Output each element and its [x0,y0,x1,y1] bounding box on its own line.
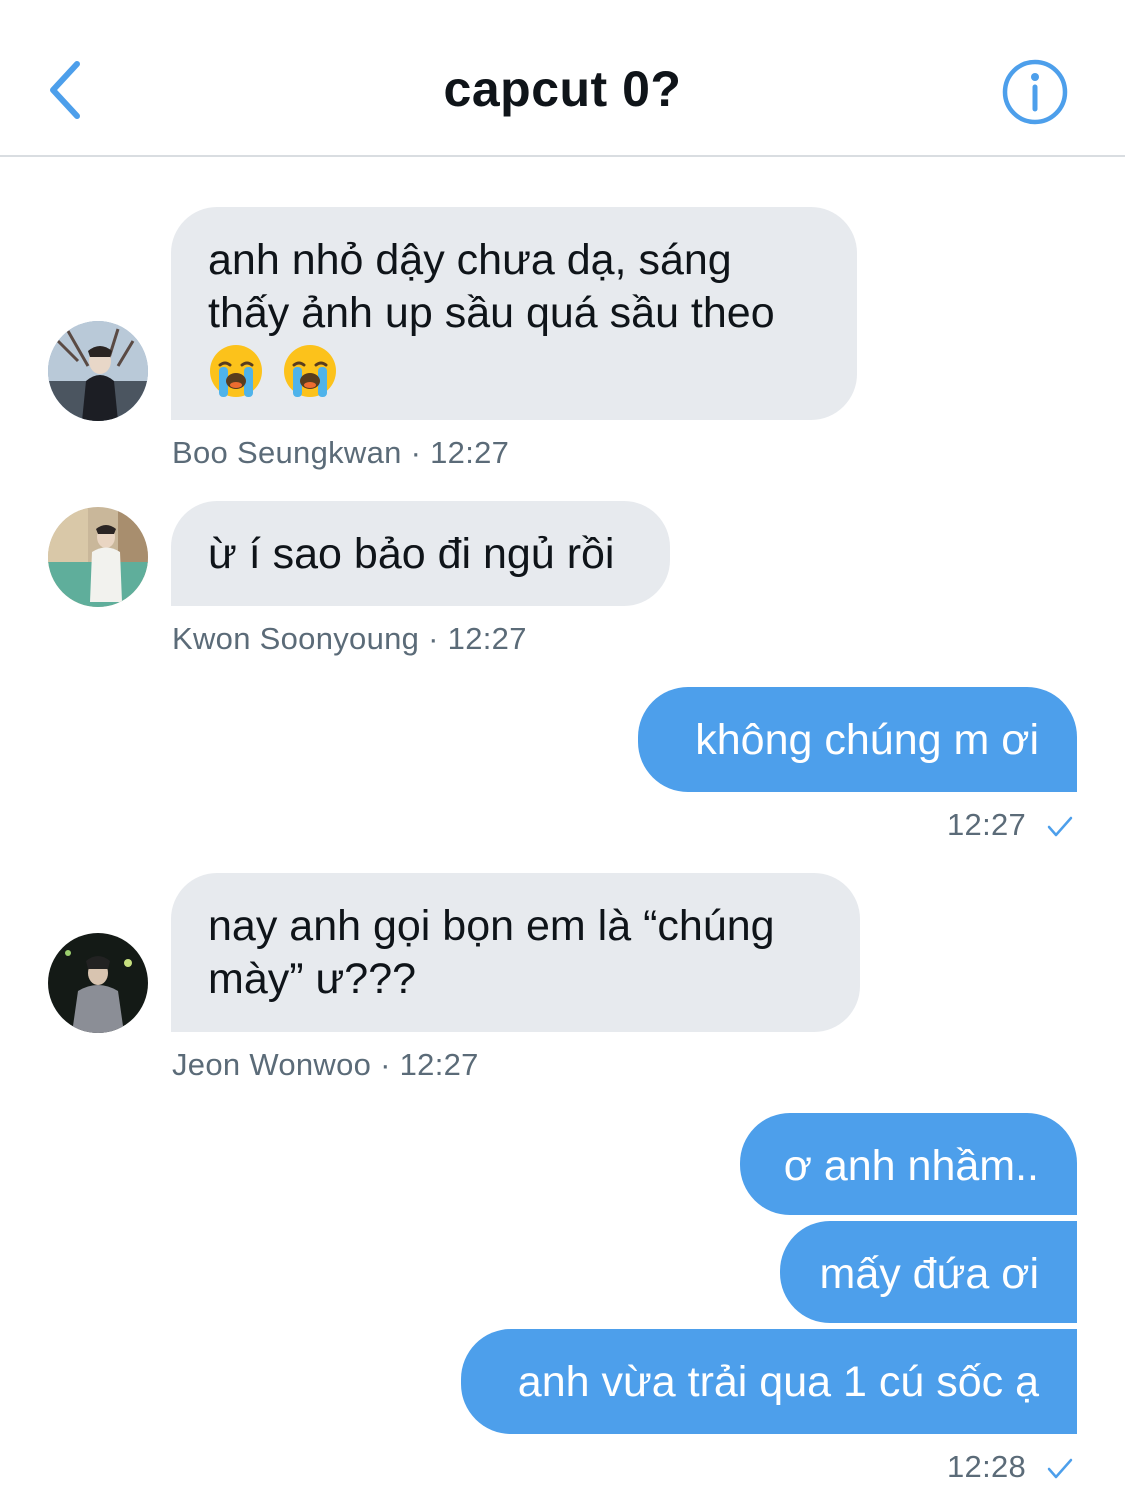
loudly-crying-face-icon [283,344,336,397]
message-bubble[interactable]: ừ í sao bảo đi ngủ rồi [171,501,670,606]
avatar-jeon-wonwoo[interactable] [48,933,148,1033]
conversation-title: capcut 0? [443,61,682,117]
message-text: ơ anh nhầm.. [783,1142,1039,1190]
message-text-line: thấy ảnh up sầu quá sầu theo [208,289,775,337]
message-meta-outgoing: 12:27 [947,807,1073,843]
message-text-line: anh nhỏ dậy chưa dạ, sáng [208,236,732,284]
message-bubble-outgoing[interactable]: anh vừa trải qua 1 cú sốc ạ [461,1329,1077,1434]
message-text: anh vừa trải qua 1 cú sốc ạ [517,1358,1039,1406]
message-bubble[interactable]: anh nhỏ dậy chưa dạ, sáng thấy ảnh up sầ… [171,207,857,420]
message-time: 12:27 [947,807,1027,842]
info-button[interactable] [1000,57,1070,127]
conversation-header: capcut 0? [0,0,1125,157]
message-text: ừ í sao bảo đi ngủ rồi [208,530,615,578]
message-meta: Boo Seungkwan · 12:27 [172,435,510,470]
message-bubble[interactable]: nay anh gọi bọn em là “chúng mày” ư??? [171,873,860,1032]
message-bubble-outgoing[interactable]: ơ anh nhầm.. [740,1113,1077,1215]
sent-check-icon [1047,816,1073,837]
message-meta: Jeon Wonwoo · 12:27 [172,1047,479,1082]
message-meta-outgoing: 12:28 [947,1449,1073,1485]
loudly-crying-face-icon [210,344,262,397]
info-icon [1002,59,1068,125]
message-text-line: mày” ư??? [208,955,417,1003]
message-text: không chúng m ơi [695,716,1039,764]
message-bubble-outgoing[interactable]: không chúng m ơi [638,687,1077,792]
message-meta: Kwon Soonyoung · 12:27 [172,621,527,656]
message-time: 12:28 [947,1449,1027,1484]
message-text-line: nay anh gọi bọn em là “chúng [208,902,775,950]
message-bubble-outgoing[interactable]: mấy đứa ơi [780,1221,1077,1323]
avatar-kwon-soonyoung[interactable] [48,507,148,607]
sent-check-icon [1047,1458,1073,1479]
message-text: mấy đứa ơi [819,1250,1040,1298]
avatar-boo-seungkwan[interactable] [48,321,148,421]
